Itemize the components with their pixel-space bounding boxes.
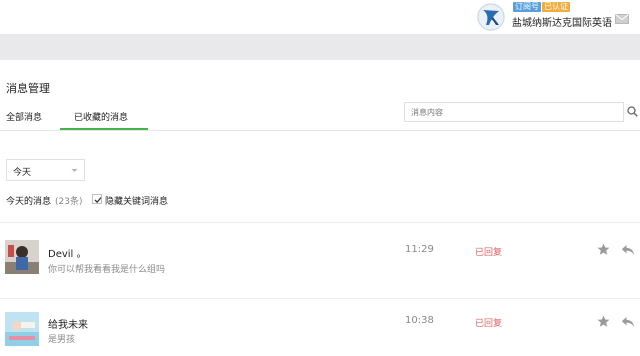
reply-icon[interactable] [621, 244, 635, 256]
row-divider [0, 298, 640, 299]
hide-keyword-label[interactable]: 隐藏关键词消息 [105, 194, 168, 207]
row-divider [0, 222, 640, 223]
search-input[interactable] [404, 102, 624, 122]
top-bar: 订阅号 已认证 盐城纳斯达克国际英语 [0, 0, 640, 34]
message-text: 你可以帮我看看我是什么组吗 [48, 265, 166, 275]
navigation-bar [0, 34, 640, 60]
tab-starred-messages[interactable]: 已收藏的消息 [74, 110, 128, 123]
mail-icon[interactable] [615, 14, 629, 24]
message-time: 11:29 [405, 244, 434, 255]
avatar[interactable] [5, 240, 39, 274]
checkmark-icon [94, 197, 102, 204]
reply-status: 已回复 [475, 248, 503, 258]
account-logo[interactable] [477, 3, 505, 31]
star-icon[interactable] [597, 315, 610, 328]
sender-name[interactable]: Devil 。 [48, 245, 87, 260]
user-avatar-image [5, 312, 39, 346]
date-filter-dropdown[interactable]: 今天 [6, 159, 85, 181]
reply-status: 已回复 [475, 319, 503, 329]
avatar[interactable] [5, 312, 39, 346]
hide-keyword-checkbox[interactable] [92, 194, 102, 204]
account-name[interactable]: 盐城纳斯达克国际英语 [512, 14, 612, 29]
sender-name[interactable]: 给我未来 [48, 316, 88, 331]
message-text: 是男孩 [48, 335, 76, 345]
tab-all-messages[interactable]: 全部消息 [6, 110, 42, 123]
verified-badge: 已认证 [542, 2, 570, 12]
brand-logo-icon [477, 3, 505, 31]
date-filter-value: 今天 [13, 168, 32, 178]
search-icon[interactable] [627, 106, 638, 117]
message-count: (23条) [55, 197, 83, 207]
subscription-badge: 订阅号 [513, 2, 541, 12]
user-avatar-image [5, 240, 39, 274]
chevron-down-icon [71, 169, 78, 172]
summary-label: 今天的消息 [6, 197, 52, 207]
message-time: 10:38 [405, 315, 434, 326]
reply-icon[interactable] [621, 316, 635, 328]
page-title: 消息管理 [6, 82, 50, 95]
tabs-divider [0, 130, 640, 131]
star-icon[interactable] [597, 243, 610, 256]
